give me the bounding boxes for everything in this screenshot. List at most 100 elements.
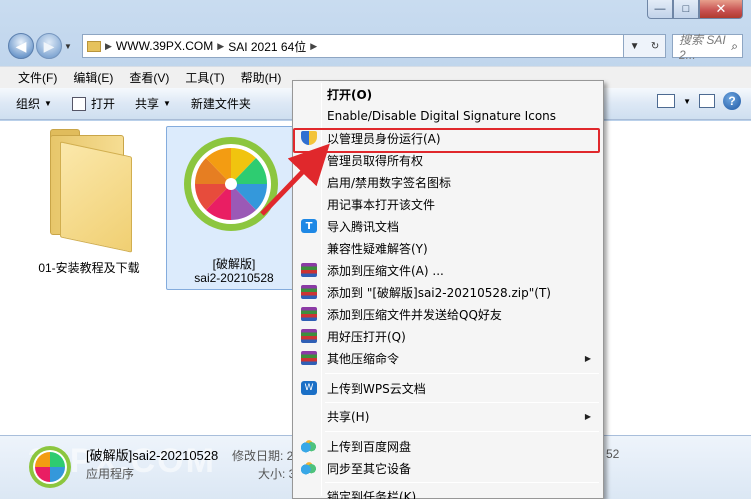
search-input[interactable]: 搜索 SAI 2... ⌕ xyxy=(672,33,743,62)
folder-item[interactable]: 01-安装教程及下载 xyxy=(24,125,154,285)
dropdown-arrow-icon: ▼ xyxy=(44,99,52,108)
baidu-cloud-icon xyxy=(301,439,317,453)
ctx-label: 上传到WPS云文档 xyxy=(327,381,426,396)
ctx-label: 启用/禁用数字签名图标 xyxy=(327,175,452,190)
submenu-arrow-icon: ▶ xyxy=(584,353,591,363)
organize-label: 组织 xyxy=(16,97,41,111)
ctx-label: 导入腾讯文档 xyxy=(327,219,400,234)
ctx-digital-signature-toggle[interactable]: Enable/Disable Digital Signature Icons xyxy=(295,105,601,127)
breadcrumb-separator-icon: ▶ xyxy=(105,40,112,51)
new-folder-button[interactable]: 新建文件夹 xyxy=(191,95,251,112)
address-dropdown-icon[interactable]: ▼ xyxy=(630,41,640,52)
ctx-add-to-archive[interactable]: 添加到压缩文件(A) ... xyxy=(295,259,601,281)
ctx-share[interactable]: 共享(H) ▶ xyxy=(295,405,601,427)
refresh-icon[interactable]: ↻ xyxy=(651,41,659,52)
share-label: 共享 xyxy=(134,97,159,111)
ctx-open-with-notepad[interactable]: 用记事本打开该文件 xyxy=(295,193,601,215)
winrar-icon xyxy=(301,329,317,343)
ctx-import-tencent-docs[interactable]: T 导入腾讯文档 xyxy=(295,215,601,237)
ctx-label: 同步至其它设备 xyxy=(327,461,412,476)
menu-file[interactable]: 文件(F) xyxy=(10,69,65,86)
ctx-label: 管理员取得所有权 xyxy=(327,153,424,168)
winrar-icon xyxy=(301,307,317,321)
forward-arrow-icon: ▶ xyxy=(43,37,55,54)
ctx-separator xyxy=(325,373,599,374)
view-controls: ▼ ? xyxy=(657,92,741,110)
ctx-open-with-haozip[interactable]: 用好压打开(Q) xyxy=(295,325,601,347)
ctx-pin-taskbar[interactable]: 锁定到任务栏(K) xyxy=(295,485,601,499)
navigation-row: ◀ ▶ ▼ ▶ WWW.39PX.COM ▶ SAI 2021 64位 ▶ ▼ … xyxy=(8,30,743,62)
new-folder-label: 新建文件夹 xyxy=(190,97,251,111)
ctx-toggle-signature-icons[interactable]: 启用/禁用数字签名图标 xyxy=(295,171,601,193)
ctx-label: 添加到 "[破解版]sai2-20210528.zip"(T) xyxy=(327,285,551,300)
caption-buttons: — □ ✕ xyxy=(647,0,743,20)
file-item-label-line1: [破解版] xyxy=(212,257,256,271)
ctx-label: 添加到压缩文件(A) ... xyxy=(327,263,444,278)
maximize-button[interactable]: □ xyxy=(673,0,699,19)
open-icon xyxy=(71,96,86,111)
baidu-cloud-icon xyxy=(301,461,317,475)
file-item-selected[interactable]: [破解版] sai2-20210528 xyxy=(166,126,300,290)
ctx-add-to-zip[interactable]: 添加到 "[破解版]sai2-20210528.zip"(T) xyxy=(295,281,601,303)
submenu-arrow-icon: ▶ xyxy=(584,411,591,421)
back-arrow-icon: ◀ xyxy=(15,37,27,54)
dropdown-arrow-icon: ▼ xyxy=(162,99,171,108)
open-button[interactable]: 打开 xyxy=(71,95,115,112)
ctx-separator xyxy=(325,431,599,432)
address-controls: ▼ ↻ xyxy=(624,34,666,58)
wps-icon: W xyxy=(301,381,317,395)
menu-help[interactable]: 帮助(H) xyxy=(233,69,290,86)
breadcrumb-item[interactable]: WWW.39PX.COM xyxy=(116,39,213,53)
sai-app-icon xyxy=(184,137,278,231)
menu-view[interactable]: 查看(V) xyxy=(121,69,177,86)
ctx-label: 用记事本打开该文件 xyxy=(327,197,436,212)
ctx-upload-baidu[interactable]: 上传到百度网盘 xyxy=(295,435,601,457)
folder-item-label: 01-安装教程及下载 xyxy=(38,261,140,275)
close-button[interactable]: ✕ xyxy=(699,0,743,19)
open-label: 打开 xyxy=(90,97,115,111)
ctx-label: Enable/Disable Digital Signature Icons xyxy=(327,109,557,123)
details-file-type: 应用程序 xyxy=(86,467,135,481)
details-file-name: [破解版]sai2-20210528 xyxy=(86,448,219,463)
ctx-compatibility-troubleshoot[interactable]: 兼容性疑难解答(Y) xyxy=(295,237,601,259)
ctx-label: 上传到百度网盘 xyxy=(327,439,412,454)
ctx-archive-send-qq[interactable]: 添加到压缩文件并发送给QQ好友 xyxy=(295,303,601,325)
back-button[interactable]: ◀ xyxy=(8,33,34,59)
preview-pane-icon[interactable] xyxy=(699,94,715,108)
menu-tools[interactable]: 工具(T) xyxy=(177,69,232,86)
change-view-icon[interactable] xyxy=(657,94,676,108)
ctx-label: 其他压缩命令 xyxy=(327,351,400,366)
details-size-label: 大小: 3 xyxy=(258,467,296,481)
search-icon: ⌕ xyxy=(731,38,738,53)
folder-icon xyxy=(87,40,101,52)
view-dropdown-icon[interactable]: ▼ xyxy=(683,97,691,106)
ctx-label: 兼容性疑难解答(Y) xyxy=(327,241,428,256)
annotation-highlight-box xyxy=(293,128,600,153)
search-placeholder: 搜索 SAI 2... xyxy=(679,32,726,62)
ctx-open[interactable]: 打开(O) xyxy=(295,83,601,105)
recent-pages-dropdown[interactable]: ▼ xyxy=(64,42,76,51)
ctx-label: 打开(O) xyxy=(327,87,373,102)
address-bar[interactable]: ▶ WWW.39PX.COM ▶ SAI 2021 64位 ▶ xyxy=(82,34,624,58)
breadcrumb-separator-icon: ▶ xyxy=(310,40,318,51)
ctx-upload-wps[interactable]: W 上传到WPS云文档 xyxy=(295,377,601,399)
breadcrumb-item[interactable]: SAI 2021 64位 xyxy=(228,38,306,55)
winrar-icon xyxy=(301,285,317,299)
sai-app-thumbnail-icon xyxy=(29,446,71,488)
ctx-other-compress-commands[interactable]: 其他压缩命令 ▶ xyxy=(295,347,601,369)
winrar-icon xyxy=(301,263,317,277)
forward-button[interactable]: ▶ xyxy=(36,33,62,59)
ctx-sync-devices[interactable]: 同步至其它设备 xyxy=(295,457,601,479)
minimize-button[interactable]: — xyxy=(647,0,673,19)
organize-button[interactable]: 组织 ▼ xyxy=(16,95,52,112)
ctx-label: 共享(H) xyxy=(327,409,370,424)
menu-edit[interactable]: 编辑(E) xyxy=(65,69,121,86)
ctx-label: 用好压打开(Q) xyxy=(327,329,406,344)
details-value: 52 xyxy=(606,447,620,461)
breadcrumb-separator-icon: ▶ xyxy=(217,40,225,51)
help-icon[interactable]: ? xyxy=(723,92,741,110)
folder-icon xyxy=(38,129,138,253)
tencent-docs-icon: T xyxy=(301,219,317,233)
share-button[interactable]: 共享 ▼ xyxy=(135,95,171,112)
winrar-icon xyxy=(301,351,317,365)
